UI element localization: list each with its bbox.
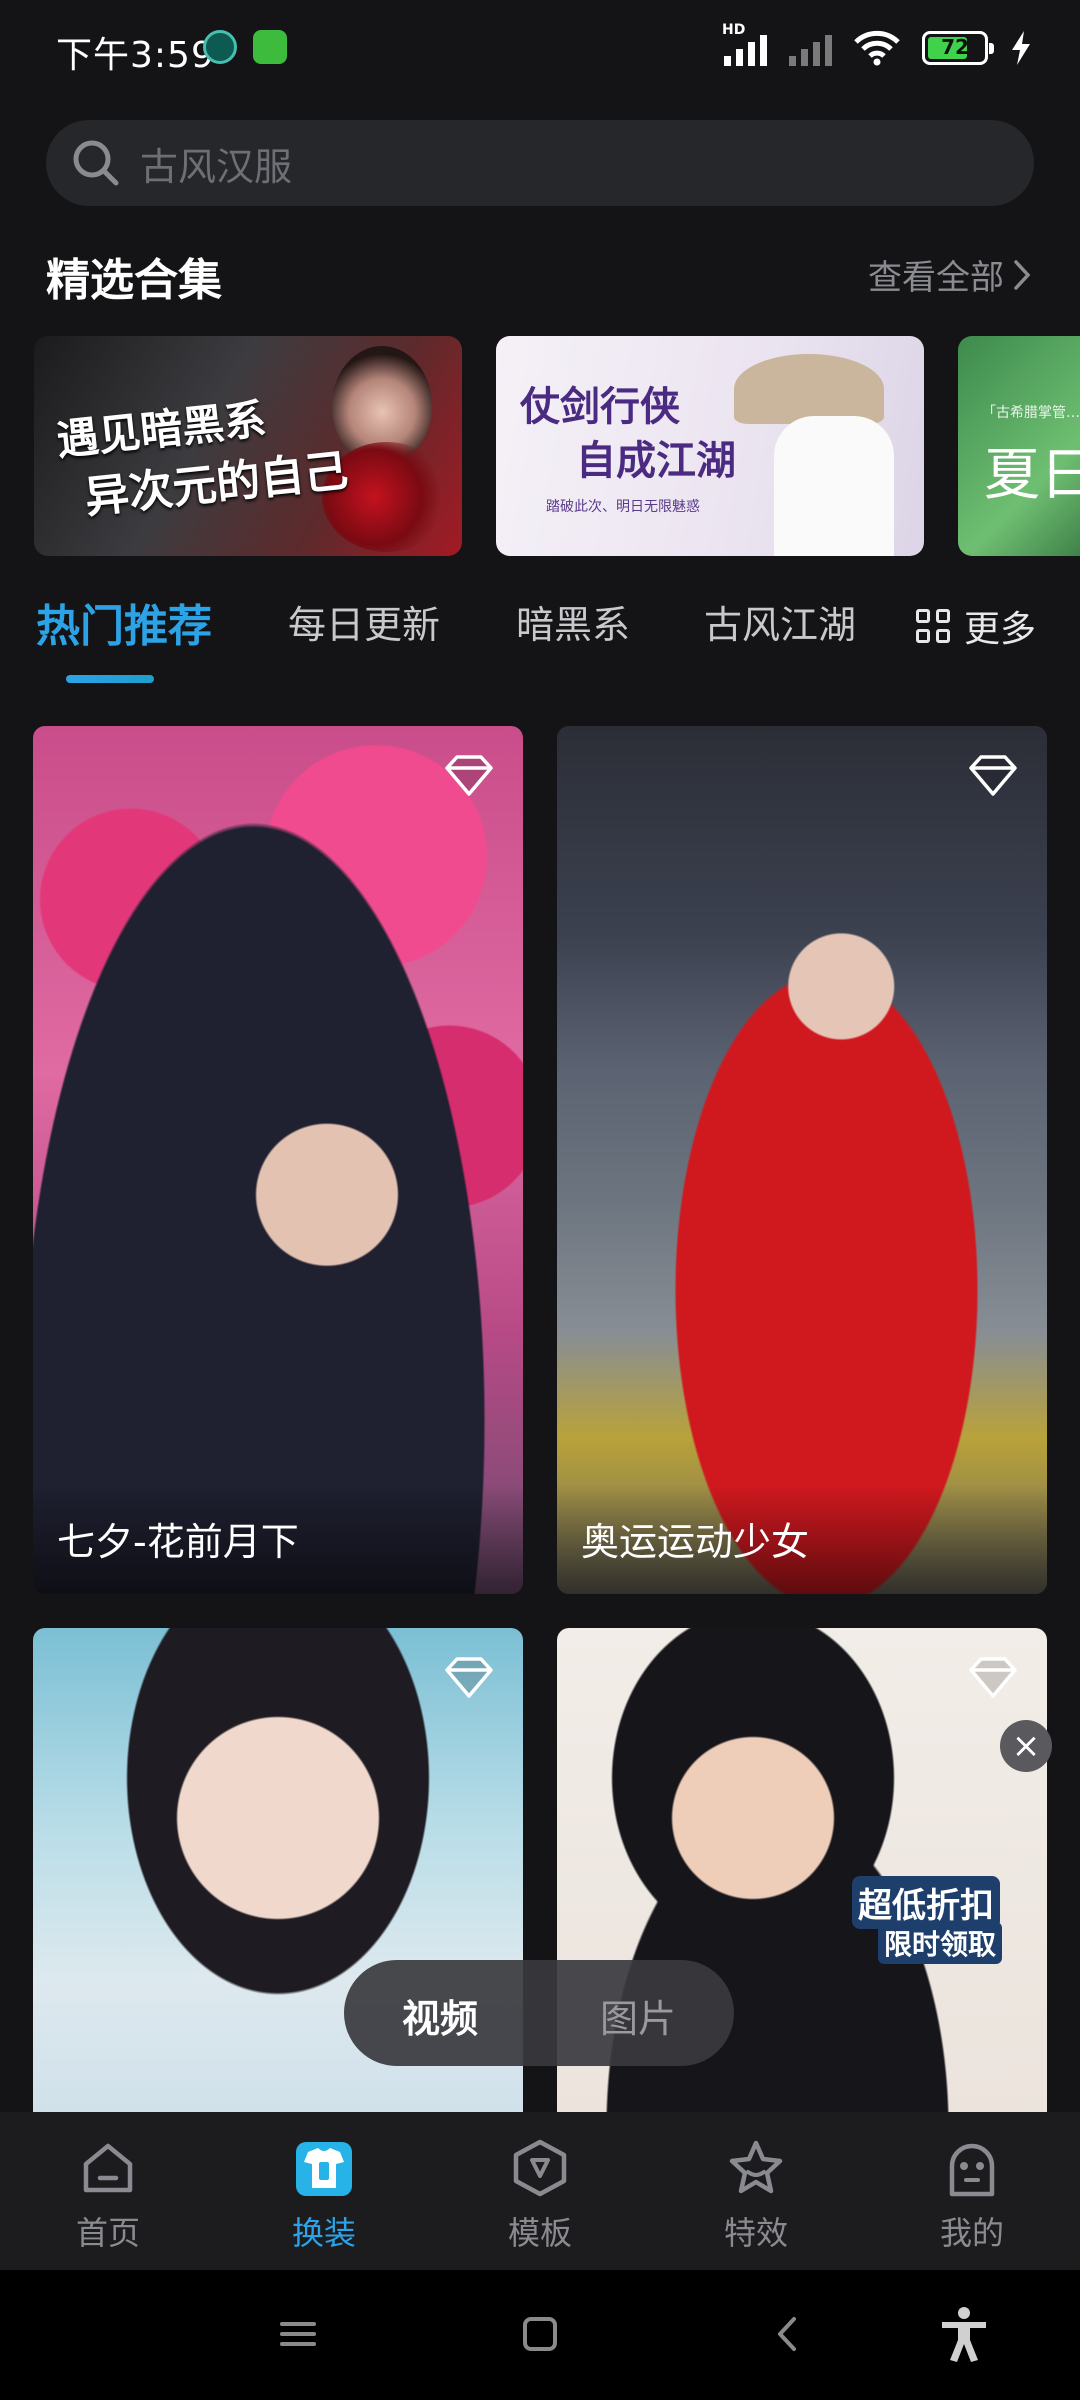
active-tab-indicator (66, 675, 154, 683)
nav-home[interactable]: 首页 (48, 2138, 168, 2254)
nav-label: 换装 (291, 2214, 356, 2252)
promo-close-button[interactable]: × (1000, 1720, 1052, 1772)
featured-banner-summer[interactable]: 「古希腊掌管… 夏日 (958, 336, 1080, 556)
diamond-icon[interactable] (967, 754, 1019, 798)
shirt-icon (296, 2142, 352, 2196)
home-square-icon[interactable] (520, 2314, 560, 2354)
bottom-nav: 首页 换装 模板 特效 我的 (0, 2112, 1080, 2270)
chevron-right-icon (1014, 259, 1031, 290)
search-bar[interactable]: 古风汉服 (46, 120, 1034, 206)
card-title: 七夕-花前月下 (57, 1520, 299, 1564)
grid-icon (916, 609, 950, 643)
nav-templates[interactable]: 模板 (480, 2138, 600, 2254)
menu-icon[interactable] (278, 2314, 318, 2354)
featured-banner-wuxia[interactable]: 仗剑行侠 自成江湖 踏破此次、明日无限魅惑 (496, 336, 924, 556)
nav-label: 模板 (507, 2214, 572, 2252)
featured-title: 精选合集 (46, 255, 222, 306)
nav-label: 特效 (723, 2214, 788, 2252)
system-nav-bar (0, 2270, 1080, 2400)
banner-title-line2: 自成江湖 (576, 437, 736, 484)
promo-line2: 限时领取 (878, 1922, 1003, 1964)
accessibility-icon[interactable] (938, 2306, 990, 2362)
notification-android-icon (253, 30, 287, 64)
see-all-link[interactable]: 查看全部 (868, 250, 1032, 299)
see-all-label: 查看全部 (868, 258, 1004, 298)
status-bar: 下午3:59 HD 72 (0, 0, 1080, 100)
notification-app-icon (203, 30, 237, 64)
more-categories-button[interactable]: 更多 (916, 600, 1036, 652)
back-icon[interactable] (768, 2314, 808, 2354)
card-title: 奥运运动少女 (581, 1520, 810, 1564)
diamond-icon[interactable] (443, 754, 495, 798)
featured-banner-dark[interactable]: 遇见暗黑系 异次元的自己 (34, 336, 462, 556)
banner-title: 夏日 (984, 443, 1080, 508)
charging-icon (1012, 31, 1030, 65)
signal-icon: HD (722, 22, 767, 66)
banner-figure (774, 416, 894, 556)
nav-dressup[interactable]: 换装 (264, 2138, 384, 2254)
battery-percent: 72 (941, 35, 969, 59)
star-icon (729, 2140, 783, 2194)
home-icon (83, 2143, 133, 2193)
featured-carousel[interactable]: 遇见暗黑系 异次元的自己 仗剑行侠 自成江湖 踏破此次、明日无限魅惑 「古希腊掌… (34, 336, 1080, 556)
battery-icon: 72 (922, 31, 994, 65)
tab-hot[interactable]: 热门推荐 (36, 590, 212, 654)
nav-label: 首页 (75, 2214, 140, 2252)
diamond-icon[interactable] (443, 1656, 495, 1700)
status-indicators: HD 72 (722, 22, 1032, 68)
status-time: 下午3:59 (56, 35, 215, 76)
signal-2-icon (789, 30, 832, 66)
banner-title-line1: 仗剑行侠 (520, 383, 680, 430)
template-card[interactable]: 奥运运动少女 (557, 726, 1047, 1594)
banner-tag: 「古希腊掌管… (982, 405, 1080, 421)
tab-wuxia[interactable]: 古风江湖 (704, 594, 856, 649)
banner-subtitle: 踏破此次、明日无限魅惑 (546, 499, 700, 515)
search-placeholder: 古风汉服 (140, 144, 293, 189)
more-label: 更多 (964, 609, 1037, 650)
nav-label: 我的 (939, 2214, 1004, 2252)
tab-dark[interactable]: 暗黑系 (516, 594, 630, 649)
banner-hat (734, 354, 884, 424)
template-card[interactable]: 七夕-花前月下 (33, 726, 523, 1594)
media-type-switch: 视频 图片 (344, 1960, 734, 2066)
nav-effects[interactable]: 特效 (696, 2138, 816, 2254)
promo-badge[interactable]: 超低折扣 限时领取 (852, 1876, 1022, 1964)
template-icon (513, 2139, 567, 2197)
category-tabs: 热门推荐 每日更新 暗黑系 古风江湖 (36, 594, 1046, 674)
card-caption: 奥运运动少女 (557, 1484, 1047, 1594)
card-caption: 七夕-花前月下 (33, 1484, 523, 1594)
switch-image[interactable]: 图片 (600, 1988, 676, 2043)
search-icon (73, 140, 119, 186)
tab-daily[interactable]: 每日更新 (288, 594, 440, 649)
profile-icon (949, 2143, 995, 2197)
hd-badge: HD (722, 22, 746, 38)
switch-video[interactable]: 视频 (402, 1988, 478, 2043)
nav-profile[interactable]: 我的 (912, 2138, 1032, 2254)
diamond-icon[interactable] (967, 1656, 1019, 1700)
wifi-icon (854, 30, 900, 66)
